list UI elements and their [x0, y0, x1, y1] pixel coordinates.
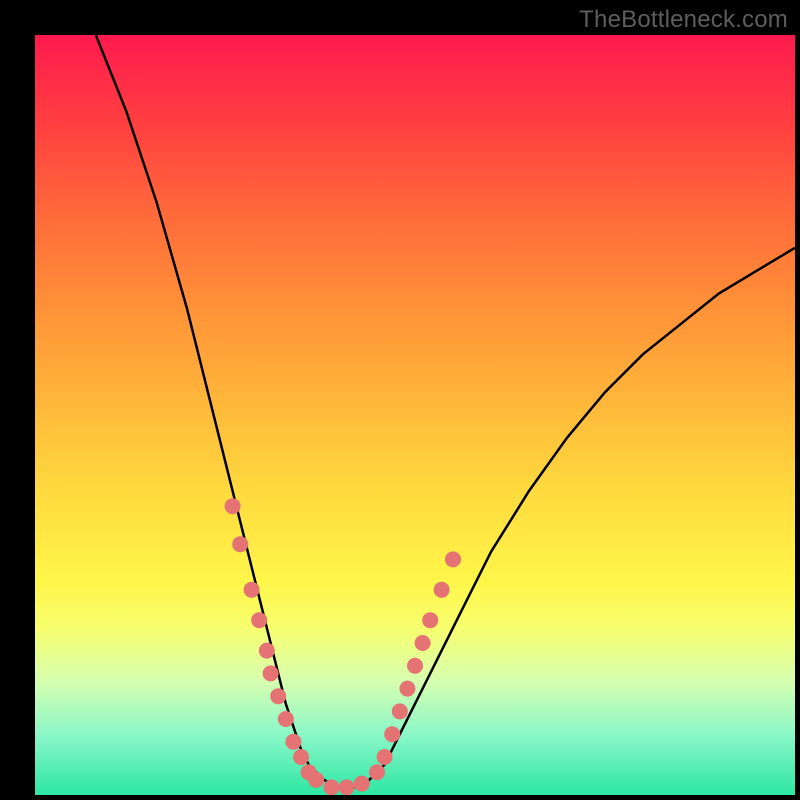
chart-frame: TheBottleneck.com: [0, 0, 800, 800]
marker-dot: [323, 779, 339, 795]
marker-dot: [259, 643, 275, 659]
marker-dot: [392, 703, 408, 719]
marker-dot: [232, 536, 248, 552]
marker-dot: [354, 776, 370, 792]
marker-dot: [339, 779, 355, 795]
marker-dot: [445, 551, 461, 567]
marker-dot: [270, 688, 286, 704]
marker-dot: [377, 749, 393, 765]
watermark-text: TheBottleneck.com: [579, 6, 788, 34]
curve-line: [96, 35, 795, 787]
marker-dot: [384, 726, 400, 742]
marker-dot: [415, 635, 431, 651]
plot-area: [35, 35, 795, 795]
marker-dot: [225, 498, 241, 514]
marker-dot: [251, 612, 267, 628]
marker-dot: [369, 764, 385, 780]
marker-dot: [293, 749, 309, 765]
marker-dot: [407, 658, 423, 674]
marker-dot: [244, 582, 260, 598]
marker-dot: [263, 665, 279, 681]
marker-dot: [434, 582, 450, 598]
chart-svg: [35, 35, 795, 795]
marker-dot: [422, 612, 438, 628]
marker-dot: [278, 711, 294, 727]
marker-dot: [285, 734, 301, 750]
marker-dot: [308, 772, 324, 788]
marker-dot: [399, 681, 415, 697]
